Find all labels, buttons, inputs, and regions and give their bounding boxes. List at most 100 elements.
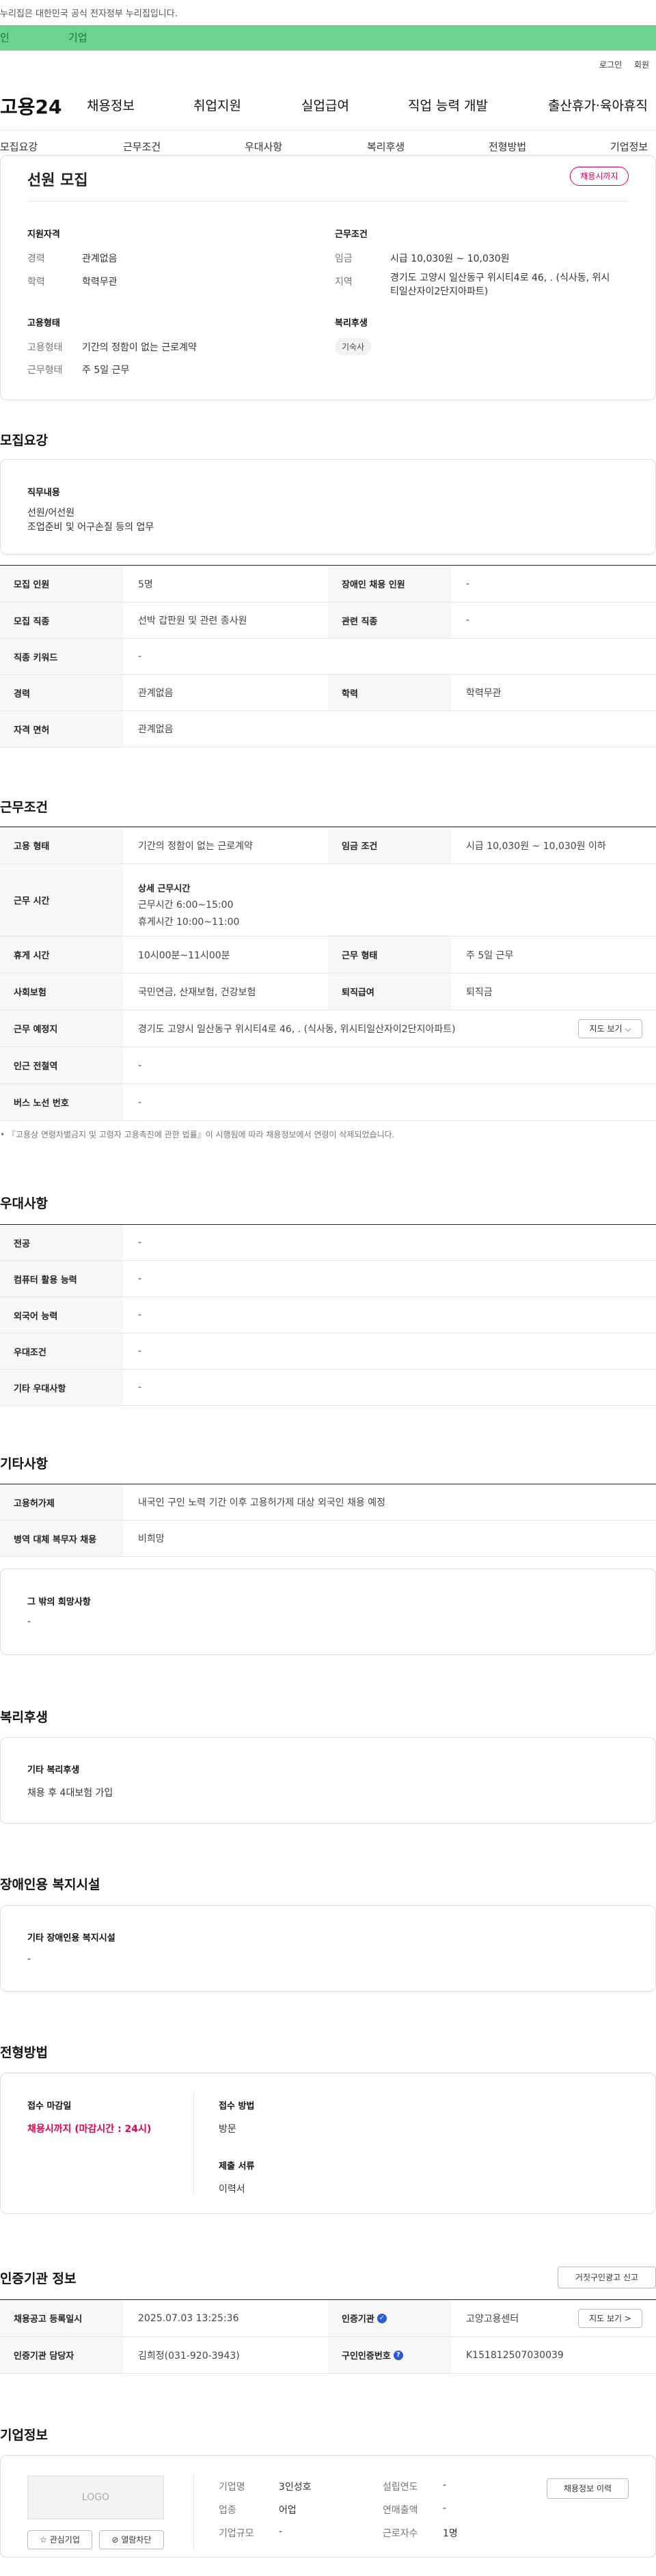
block-view-button[interactable]: ⊘ 열람차단 xyxy=(99,2530,164,2549)
divider xyxy=(193,2474,194,2549)
table-header: 근무 예정지 xyxy=(0,1010,123,1047)
section-nav-recruit[interactable]: 모집요강 xyxy=(0,139,38,154)
duty-line1: 선원/어선원 xyxy=(27,508,75,518)
table-header: 버스 노선 번호 xyxy=(0,1084,123,1120)
table-row: 컴퓨터 활용 능력 - xyxy=(0,1261,656,1297)
cert-map-button[interactable]: 지도 보기 > xyxy=(578,2309,642,2328)
divider xyxy=(27,201,629,202)
table-cell: 고양고용센터 xyxy=(466,2313,519,2325)
table-header: 경력 xyxy=(0,675,123,710)
info-icon[interactable]: ? xyxy=(393,2350,403,2360)
table-header: 인근 전철역 xyxy=(0,1047,123,1083)
section-title-etc: 기타사항 xyxy=(0,1456,48,1471)
disability-sub-heading: 기타 장애인용 복지시설 xyxy=(27,1933,115,1943)
table-header: 근무 형태 xyxy=(328,937,451,973)
table-cell: 시급 10,030원 ~ 10,030원 이하 xyxy=(466,840,606,852)
tab-company[interactable]: 기업 xyxy=(68,25,109,51)
table-cell: - xyxy=(466,615,470,626)
report-fake-ad-button[interactable]: 거짓구인광고 신고 xyxy=(558,2267,656,2288)
duty-line2: 조업준비 및 어구손질 등의 업무 xyxy=(27,522,154,533)
section-nav-screen[interactable]: 전형방법 xyxy=(489,139,526,154)
table-header: 임금 조건 xyxy=(328,827,451,863)
deadline-badge: 채용시까지 xyxy=(570,167,629,186)
table-header: 사회보험 xyxy=(0,973,123,1010)
welfare-value: 채용 후 4대보험 가입 xyxy=(27,1788,113,1799)
section-nav-work[interactable]: 근무조건 xyxy=(123,139,161,154)
tab-individual[interactable]: 인 xyxy=(0,25,41,51)
table-cell: - xyxy=(138,1060,142,1071)
founded-year-key: 설립연도 xyxy=(383,2482,418,2493)
table-row: 자격 면허 관계없음 xyxy=(0,711,656,747)
other-wishes-value: - xyxy=(27,1616,31,1627)
welfare-heading: 복리후생 xyxy=(335,318,368,329)
career-value: 관계없음 xyxy=(82,253,118,264)
table-header: 모집 인원 xyxy=(0,566,123,602)
company-logo-placeholder: LOGO xyxy=(27,2476,164,2519)
site-logo[interactable]: 고용24 xyxy=(0,92,62,120)
welfare-sub-heading: 기타 복리후생 xyxy=(27,1765,80,1775)
disability-card xyxy=(0,1905,656,1992)
welfare-tag: 기숙사 xyxy=(335,338,372,355)
gnb-training[interactable]: 직업 능력 개발 xyxy=(408,96,488,114)
table-cell: 선박 갑판원 및 관련 종사원 xyxy=(138,615,247,626)
table-cell: 10시00분~11시00분 xyxy=(138,950,230,961)
table-header: 우대조건 xyxy=(0,1333,123,1369)
table-header: 외국어 능력 xyxy=(0,1297,123,1333)
favorite-company-button[interactable]: ☆ 관심기업 xyxy=(27,2530,92,2549)
break-hours-line: 휴게시간 10:00~11:00 xyxy=(138,917,240,928)
company-name-key: 기업명 xyxy=(219,2482,245,2493)
gnb-unemployment[interactable]: 실업급여 xyxy=(301,96,349,114)
table-header: 퇴직급여 xyxy=(328,973,451,1010)
industry-value: 어업 xyxy=(279,2505,297,2516)
revenue-value: - xyxy=(443,2503,447,2514)
table-row: 경력 관계없음 학력 학력무관 xyxy=(0,675,656,711)
user-type-tabs: 인 기업 xyxy=(0,25,656,51)
table-cell: - xyxy=(138,1346,142,1357)
section-title-pref: 우대사항 xyxy=(0,1196,48,1211)
gnb-parental-leave[interactable]: 출산휴가·육아휴직 xyxy=(548,96,648,114)
wage-value: 시급 10,030원 ~ 10,030원 xyxy=(390,253,510,264)
table-header: 전공 xyxy=(0,1225,123,1260)
section-nav-pref[interactable]: 우대사항 xyxy=(245,139,282,154)
table-header: 직종 키워드 xyxy=(0,639,123,674)
divider xyxy=(193,2092,194,2194)
table-header: 구인인증번호? xyxy=(328,2337,451,2373)
table-header: 자격 면허 xyxy=(0,711,123,747)
section-nav-welfare[interactable]: 복리후생 xyxy=(367,139,405,154)
table-cell: 국민연금, 산재보험, 건강보험 xyxy=(138,986,256,998)
documents-heading: 제출 서류 xyxy=(219,2161,255,2172)
table-cell: 기간의 정함이 없는 근로계약 xyxy=(138,840,253,852)
table-cell: - xyxy=(138,1096,142,1108)
check-icon: ✓ xyxy=(377,2313,387,2323)
table-cell: 내국인 구인 노력 기간 이후 고용허가제 대상 외국인 채용 예정 xyxy=(138,1497,386,1508)
signup-link[interactable]: 회원 xyxy=(634,59,649,70)
table-header: 기타 우대사항 xyxy=(0,1370,123,1405)
page-title: 선원 모집 xyxy=(27,172,88,189)
age-notice: • 『고용상 연령차별금지 및 고령자 고용촉진에 관한 법률』이 시행됨에 따… xyxy=(0,1130,395,1139)
login-link[interactable]: 로그인 xyxy=(599,59,622,70)
map-button[interactable]: 지도 보기 ⌵ xyxy=(578,1019,642,1038)
table-header: 채용공고 등록일시 xyxy=(0,2300,123,2336)
job-history-button[interactable]: 채용정보 이력 xyxy=(547,2478,629,2499)
table-row: 근무 시간 상세 근무시간 근무시간 6:00~15:00 휴게시간 10:00… xyxy=(0,864,656,937)
section-title-recruit: 모집요강 xyxy=(0,433,48,448)
table-cell: - xyxy=(138,651,142,662)
employment-type-value: 기간의 정함이 없는 근로계약 xyxy=(82,342,197,353)
screening-card xyxy=(0,2073,656,2214)
qualification-heading: 지원자격 xyxy=(27,230,60,240)
section-title-disability: 장애인용 복지시설 xyxy=(0,1877,100,1892)
company-size-value: - xyxy=(279,2526,283,2537)
duty-heading: 직무내용 xyxy=(27,488,60,498)
table-row: 인근 전철역 - xyxy=(0,1047,656,1084)
cert-number-label: 구인인증번호 xyxy=(342,2351,391,2362)
table-row: 고용허가제 내국인 구인 노력 기간 이후 고용허가제 대상 외국인 채용 예정 xyxy=(0,1484,656,1521)
gnb-employment-support[interactable]: 취업지원 xyxy=(193,96,241,114)
table-row: 우대조건 - xyxy=(0,1333,656,1370)
section-nav-company[interactable]: 기업정보 xyxy=(610,139,648,154)
gnb-jobs[interactable]: 채용정보 xyxy=(87,96,135,114)
gov-notice: 누리집은 대한민국 공식 전자정부 누리집입니다. xyxy=(0,9,178,19)
education-key: 학력 xyxy=(27,277,45,288)
table-cell: 학력무관 xyxy=(466,688,502,699)
table-cell: 김희정(031-920-3943) xyxy=(138,2350,240,2362)
deadline-value: 채용시까지 (마감시간 : 24시) xyxy=(27,2124,152,2135)
